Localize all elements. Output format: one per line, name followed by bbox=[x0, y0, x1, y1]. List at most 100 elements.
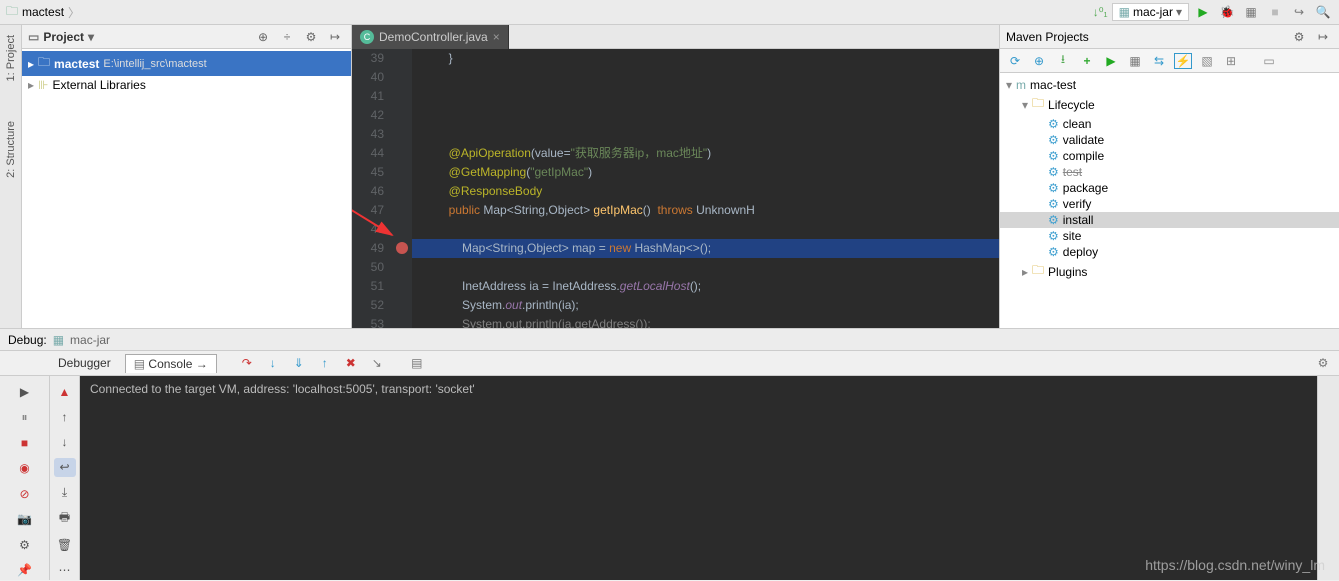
stop-button[interactable]: ■ bbox=[14, 433, 36, 453]
sidebar-structure-tab[interactable]: 2: Structure bbox=[5, 121, 17, 178]
expand-arrow-icon[interactable]: ▸ bbox=[1022, 265, 1028, 279]
sync-button[interactable]: ↪ bbox=[1289, 2, 1309, 22]
gear-icon: ⚙ bbox=[1048, 181, 1059, 195]
editor-tab[interactable]: C DemoController.java × bbox=[352, 25, 509, 49]
drop-frame-icon[interactable]: ✖ bbox=[341, 353, 361, 373]
maven-goal-verify[interactable]: ⚙verify bbox=[1000, 196, 1339, 212]
pause-button[interactable]: ⏸ bbox=[14, 408, 36, 428]
maven-plugins[interactable]: ▸ 🗀 Plugins bbox=[1000, 260, 1339, 283]
debug-label-bar: Debug: ▦ mac-jar bbox=[0, 328, 1339, 350]
ext-libs-label: External Libraries bbox=[52, 78, 145, 92]
gear-icon[interactable]: ⚙ bbox=[301, 27, 321, 47]
settings-button[interactable]: ⚙ bbox=[14, 535, 36, 555]
run-icon[interactable]: ▶ bbox=[1102, 54, 1120, 68]
reimport-icon[interactable]: ⟳ bbox=[1006, 54, 1024, 68]
toggle-icon[interactable]: ⇆ bbox=[1150, 54, 1168, 68]
settings-icon[interactable]: ⚙ bbox=[1313, 353, 1333, 373]
tree-row-extlibs[interactable]: ▸ ⊪ External Libraries bbox=[22, 76, 351, 94]
code-body[interactable]: } @ApiOperation(value="获取服务器ip，mac地址") @… bbox=[412, 49, 999, 328]
maven-goal-package[interactable]: ⚙package bbox=[1000, 180, 1339, 196]
collapse-all-icon[interactable]: ▭ bbox=[1260, 54, 1278, 68]
step-into-icon[interactable]: ↓ bbox=[263, 353, 283, 373]
maven-goal-site[interactable]: ⚙site bbox=[1000, 228, 1339, 244]
debug-button[interactable]: 🐞 bbox=[1217, 2, 1237, 22]
step-over-icon[interactable]: ↷ bbox=[237, 353, 257, 373]
soft-wrap-button[interactable]: ↩ bbox=[54, 458, 76, 477]
maven-module-icon: m bbox=[1016, 78, 1026, 92]
hide-icon[interactable]: ↦ bbox=[1313, 27, 1333, 47]
gear-icon: ⚙ bbox=[1048, 149, 1059, 163]
skip-tests-icon[interactable]: ▧ bbox=[1198, 54, 1216, 68]
close-icon[interactable]: × bbox=[493, 30, 500, 44]
tree-row-root[interactable]: ▸ 🗀 mactest E:\intellij_src\mactest bbox=[22, 51, 351, 76]
breakpoint-gutter[interactable] bbox=[392, 49, 412, 328]
breakpoint-icon[interactable] bbox=[396, 242, 408, 254]
sidebar-project-tab[interactable]: 1: Project bbox=[5, 35, 17, 81]
run-to-cursor-icon[interactable]: ↘ bbox=[367, 353, 387, 373]
hide-icon[interactable]: ↦ bbox=[325, 27, 345, 47]
expand-arrow-icon[interactable]: ▸ bbox=[28, 78, 34, 92]
gear-icon[interactable]: ⚙ bbox=[1289, 27, 1309, 47]
maven-root[interactable]: ▾ m mac-test bbox=[1000, 77, 1339, 93]
editor-area: C DemoController.java × 3940414243444546… bbox=[352, 25, 999, 328]
maven-goal-deploy[interactable]: ⚙deploy bbox=[1000, 244, 1339, 260]
download-icon[interactable]: ⭳ bbox=[1054, 50, 1072, 71]
project-tree[interactable]: ▸ 🗀 mactest E:\intellij_src\mactest ▸ ⊪ … bbox=[22, 49, 351, 328]
editor-tab-bar: C DemoController.java × bbox=[352, 25, 999, 49]
right-tool-strip bbox=[1317, 376, 1339, 580]
toolbar-right: ↓⁰₁ ▦ mac-jar ▾ ▶ 🐞 ▦ ■ ↪ 🔍 bbox=[1093, 2, 1333, 22]
step-out-icon[interactable]: ↑ bbox=[315, 353, 335, 373]
collapse-icon[interactable]: ⊕ bbox=[253, 27, 273, 47]
maven-tree[interactable]: ▾ m mac-test ▾ 🗀 Lifecycle ⚙clean⚙valida… bbox=[1000, 73, 1339, 328]
breadcrumb[interactable]: 🗀 mactest 〉 bbox=[6, 2, 80, 23]
view-breakpoints-button[interactable]: ◉ bbox=[14, 459, 36, 479]
down-button[interactable]: ↑ bbox=[54, 407, 76, 426]
expand-arrow-icon[interactable]: ▾ bbox=[1006, 78, 1012, 92]
run-config-selector[interactable]: ▦ mac-jar ▾ bbox=[1112, 3, 1189, 21]
add-icon[interactable]: + bbox=[1078, 54, 1096, 68]
maven-panel-title: Maven Projects bbox=[1006, 30, 1089, 44]
mute-breakpoints-button[interactable]: ⊘ bbox=[14, 484, 36, 504]
maven-goal-validate[interactable]: ⚙validate bbox=[1000, 132, 1339, 148]
expand-arrow-icon[interactable]: ▾ bbox=[1022, 98, 1028, 112]
down2-button[interactable]: ↓ bbox=[54, 433, 76, 452]
generate-icon[interactable]: ⊕ bbox=[1030, 54, 1048, 68]
expand-arrow-icon[interactable]: ▸ bbox=[28, 57, 34, 71]
dump-button[interactable]: 📷 bbox=[14, 510, 36, 530]
maven-goal-clean[interactable]: ⚙clean bbox=[1000, 116, 1339, 132]
coverage-button[interactable]: ▦ bbox=[1241, 2, 1261, 22]
print-button[interactable]: 🖶 bbox=[54, 508, 76, 529]
console-left-controls: ▲ ↑ ↓ ↩ ⤓ 🖶 🗑 ⋯ bbox=[50, 376, 80, 580]
console-output[interactable]: Connected to the target VM, address: 'lo… bbox=[80, 376, 1317, 580]
rerun-button[interactable]: ▶ bbox=[14, 382, 36, 402]
breadcrumb-project: mactest bbox=[22, 5, 64, 19]
up-button[interactable]: ▲ bbox=[54, 382, 76, 401]
class-icon: C bbox=[360, 30, 374, 44]
maven-lifecycle[interactable]: ▾ 🗀 Lifecycle bbox=[1000, 93, 1339, 116]
search-button[interactable]: 🔍 bbox=[1313, 2, 1333, 22]
tab-debugger[interactable]: Debugger bbox=[50, 354, 119, 372]
download-icon[interactable]: ↓⁰₁ bbox=[1093, 5, 1108, 19]
force-step-into-icon[interactable]: ⇓ bbox=[289, 353, 309, 373]
expand-icon[interactable]: ÷ bbox=[277, 27, 297, 47]
exec-icon[interactable]: ▦ bbox=[1126, 54, 1144, 68]
offline-icon[interactable]: ⚡ bbox=[1174, 53, 1192, 69]
stop-button[interactable]: ■ bbox=[1265, 2, 1285, 22]
maven-goal-install[interactable]: ⚙install bbox=[1000, 212, 1339, 228]
clear-button[interactable]: 🗑 bbox=[54, 535, 76, 554]
show-deps-icon[interactable]: ⊞ bbox=[1222, 54, 1240, 68]
debug-toolbar: Debugger ▤ Console → ↷ ↓ ⇓ ↑ ✖ ↘ ▤ ⚙ bbox=[0, 350, 1339, 376]
maven-goal-label: verify bbox=[1063, 197, 1092, 211]
project-panel-header: ▭ Project ▾ ⊕ ÷ ⚙ ↦ bbox=[22, 25, 351, 49]
tab-console[interactable]: ▤ Console → bbox=[125, 354, 217, 373]
chevron-down-icon[interactable]: ▾ bbox=[88, 30, 94, 44]
run-button[interactable]: ▶ bbox=[1193, 2, 1213, 22]
code-editor[interactable]: 394041424344454647484950515253 } @ApiOpe… bbox=[352, 49, 999, 328]
pin-button[interactable]: 📌 bbox=[14, 561, 36, 581]
maven-goal-label: validate bbox=[1063, 133, 1104, 147]
filter-button[interactable]: ⋯ bbox=[54, 561, 76, 580]
evaluate-icon[interactable]: ▤ bbox=[407, 353, 427, 373]
maven-goal-compile[interactable]: ⚙compile bbox=[1000, 148, 1339, 164]
maven-goal-test[interactable]: ⚙test bbox=[1000, 164, 1339, 180]
scroll-end-button[interactable]: ⤓ bbox=[54, 483, 76, 502]
